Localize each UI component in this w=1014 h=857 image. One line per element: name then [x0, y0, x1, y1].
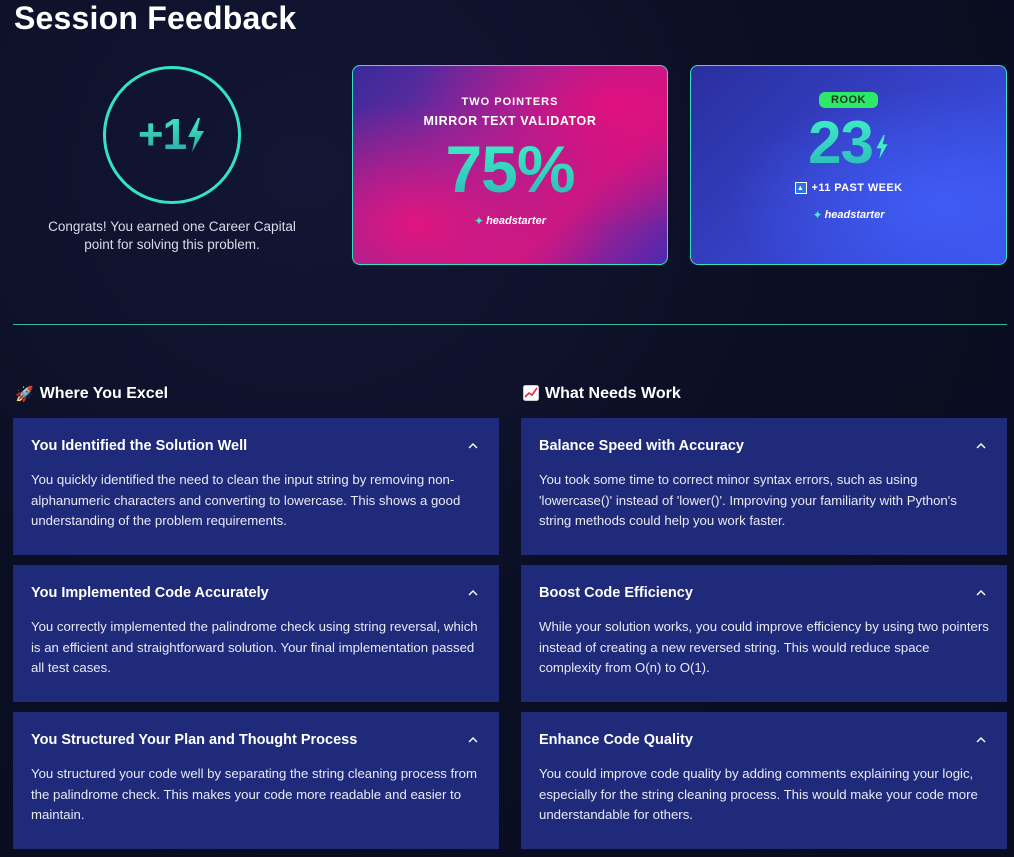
rank-badge: ROOK [819, 92, 878, 108]
work-item-body: You could improve code quality by adding… [539, 766, 978, 822]
excel-item-body: You quickly identified the need to clean… [31, 472, 461, 528]
excel-column: 🚀 Where You Excel You Identified the Sol… [13, 384, 499, 849]
work-item-title: Boost Code Efficiency [539, 585, 693, 601]
lightning-icon [188, 118, 205, 152]
rank-points: 23 [808, 109, 873, 176]
excel-item-body: You correctly implemented the palindrome… [31, 619, 478, 675]
excel-item-title: You Identified the Solution Well [31, 438, 248, 454]
work-item: Balance Speed with Accuracy You took som… [521, 418, 1007, 555]
brand-logo: ✦ headstarter [691, 208, 1006, 222]
brand-logo: ✦ headstarter [353, 214, 667, 228]
career-capital-message: Congrats! You earned one Career Capital … [48, 219, 296, 252]
chart-increasing-icon [523, 384, 539, 404]
star-icon: ✦ [474, 214, 485, 228]
career-capital-ring: +1 [103, 66, 241, 204]
excel-heading: 🚀 Where You Excel [15, 384, 499, 404]
excel-item-body: You structured your code well by separat… [31, 766, 477, 822]
chevron-up-icon[interactable] [465, 732, 481, 748]
work-item-body: While your solution works, you could imp… [539, 619, 989, 675]
chevron-up-icon[interactable] [465, 438, 481, 454]
work-item-title: Balance Speed with Accuracy [539, 438, 744, 454]
arrow-up-icon: ▲ [794, 182, 807, 194]
work-item-title: Enhance Code Quality [539, 732, 693, 748]
weekly-trend-text: +11 PAST WEEK [811, 182, 903, 194]
chevron-up-icon[interactable] [973, 732, 989, 748]
score-card: TWO POINTERS MIRROR TEXT VALIDATOR 75% ✦… [352, 65, 668, 265]
section-divider [13, 324, 1007, 325]
work-item-header[interactable]: Balance Speed with Accuracy [539, 438, 989, 454]
excel-item-title: You Structured Your Plan and Thought Pro… [31, 732, 358, 748]
weekly-trend: ▲ +11 PAST WEEK [691, 182, 1006, 194]
excel-item: You Implemented Code Accurately You corr… [13, 565, 499, 702]
brand-name: headstarter [824, 209, 885, 221]
page-title: Session Feedback [14, 0, 297, 36]
star-icon: ✦ [812, 208, 823, 222]
excel-item-header[interactable]: You Implemented Code Accurately [31, 585, 481, 601]
score-card-kicker: TWO POINTERS [461, 96, 559, 108]
score-percentage: 75% [353, 134, 667, 204]
work-item-header[interactable]: Enhance Code Quality [539, 732, 989, 748]
chevron-up-icon[interactable] [973, 585, 989, 601]
work-item: Enhance Code Quality You could improve c… [521, 712, 1007, 849]
chevron-up-icon[interactable] [465, 585, 481, 601]
excel-item: You Structured Your Plan and Thought Pro… [13, 712, 499, 849]
rank-card: ROOK 23 ▲ +11 PAST WEEK ✦ headstarter [690, 65, 1007, 265]
excel-item-header[interactable]: You Identified the Solution Well [31, 438, 481, 454]
excel-item: You Identified the Solution Well You qui… [13, 418, 499, 555]
work-item-body: You took some time to correct minor synt… [539, 472, 957, 528]
rocket-icon: 🚀 [15, 385, 34, 403]
chevron-up-icon[interactable] [973, 438, 989, 454]
rank-points-row: 23 [691, 112, 1006, 174]
work-heading-text: What Needs Work [545, 385, 681, 402]
work-column: What Needs Work Balance Speed with Accur… [521, 384, 1007, 849]
brand-name: headstarter [486, 215, 546, 227]
work-item-header[interactable]: Boost Code Efficiency [539, 585, 989, 601]
excel-heading-text: Where You Excel [39, 385, 169, 402]
problem-name: MIRROR TEXT VALIDATOR [423, 114, 597, 128]
excel-item-title: You Implemented Code Accurately [31, 585, 269, 601]
excel-item-header[interactable]: You Structured Your Plan and Thought Pro… [31, 732, 481, 748]
work-heading: What Needs Work [523, 384, 1007, 404]
lightning-icon [876, 135, 888, 160]
work-item: Boost Code Efficiency While your solutio… [521, 565, 1007, 702]
career-capital-value: +1 [137, 110, 187, 159]
career-capital-panel: +1 Congrats! You earned one Career Capit… [40, 66, 304, 254]
